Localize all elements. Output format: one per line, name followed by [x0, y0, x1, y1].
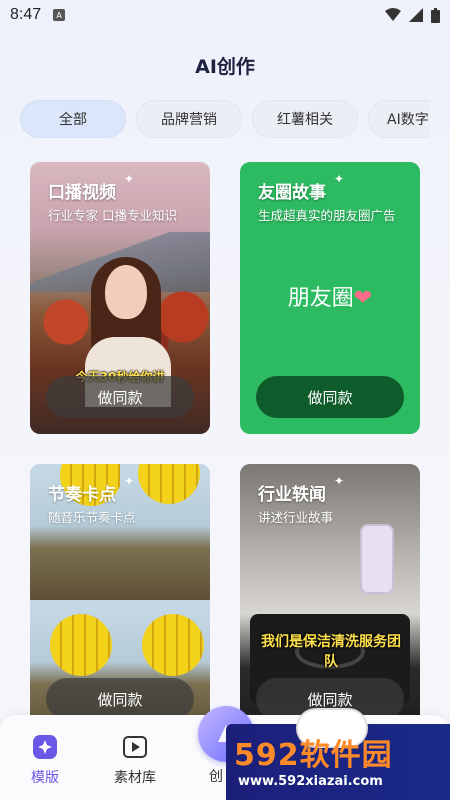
tab-xiaohongshu[interactable]: 红薯相关: [252, 100, 358, 138]
status-bar: 8:47 A: [0, 0, 450, 30]
page-title: AI创作: [195, 56, 255, 78]
make-same-button[interactable]: 做同款: [46, 376, 194, 418]
watermark-url: www.592xiazai.com: [238, 774, 383, 789]
card-title: 节奏卡点: [48, 485, 116, 505]
template-card-moments-story[interactable]: 友圈故事 ✦ 生成超真实的朋友圈广告 朋友圈❤ 做同款: [240, 162, 420, 434]
watermark-banner: 592软件园 www.592xiazai.com: [226, 708, 450, 800]
template-card-voice-video[interactable]: 口播视频 ✦ 行业专家 口播专业知识 今天30秒给你讲 做同款: [30, 162, 210, 434]
status-icons: [385, 7, 440, 23]
template-card-beat-sync[interactable]: 节奏卡点 ✦ 随音乐节奏卡点 做同款: [30, 464, 210, 736]
card-subtitle: 生成超真实的朋友圈广告: [258, 208, 396, 223]
card-title: 友圈故事: [258, 183, 326, 203]
nav-material-library[interactable]: 素材库: [100, 733, 170, 787]
card-subtitle: 讲述行业故事: [258, 510, 334, 525]
tab-ai-digital[interactable]: AI数字: [368, 100, 430, 138]
template-card-industry-anecdote[interactable]: 行业轶闻 ✦ 讲述行业故事 我们是保洁清洗服务团队 做同款: [240, 464, 420, 736]
battery-icon: [431, 7, 440, 23]
make-same-button[interactable]: 做同款: [46, 678, 194, 720]
card-subtitle: 随音乐节奏卡点: [48, 510, 136, 525]
category-tabs: 全部 品牌营销 红薯相关 AI数字: [20, 100, 430, 138]
make-same-button[interactable]: 做同款: [256, 376, 404, 418]
sparkle-icon: ✦: [124, 474, 135, 488]
wifi-icon: [385, 8, 401, 21]
watermark-title: 592软件园: [234, 738, 393, 773]
moments-preview: 朋友圈❤: [240, 280, 420, 312]
sparkle-icon: ✦: [334, 172, 345, 186]
nav-label: 模版: [31, 770, 59, 786]
heart-icon: ❤: [353, 286, 373, 311]
signal-icon: [409, 8, 423, 22]
card-title: 行业轶闻: [258, 485, 326, 505]
sparkle-icon: [33, 735, 57, 759]
nav-label-create: 创: [209, 769, 223, 785]
nav-label: 素材库: [114, 770, 156, 786]
play-icon: [123, 736, 147, 758]
sparkle-icon: ✦: [124, 172, 135, 186]
video-caption: 我们是保洁清洗服务团队: [261, 634, 401, 670]
moments-text: 朋友圈: [287, 286, 354, 311]
spray-bottle-image: [360, 524, 394, 594]
nav-templates[interactable]: 模版: [10, 733, 80, 787]
card-title: 口播视频: [48, 183, 116, 203]
status-time: 8:47: [10, 6, 42, 23]
notification-icon: A: [53, 9, 66, 21]
sparkle-icon: ✦: [334, 474, 345, 488]
tab-all[interactable]: 全部: [20, 100, 126, 138]
card-subtitle: 行业专家 口播专业知识: [48, 208, 177, 223]
tab-brand-marketing[interactable]: 品牌营销: [136, 100, 242, 138]
